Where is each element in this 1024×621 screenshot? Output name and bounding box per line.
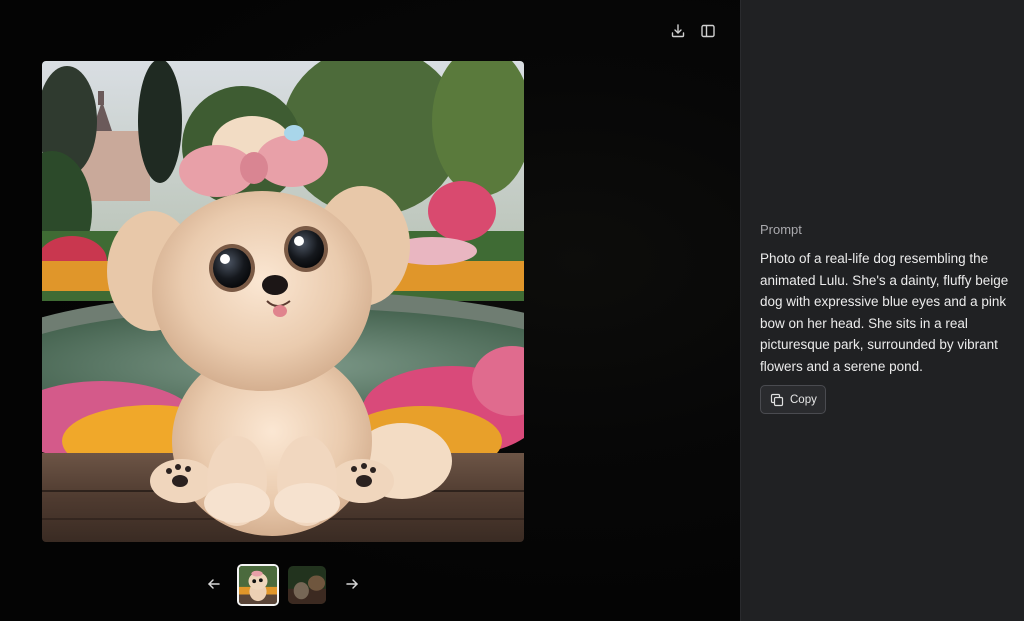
sidebar-toggle-button[interactable] [697, 20, 719, 42]
generated-dog-image [42, 61, 524, 542]
thumbnail[interactable] [288, 566, 326, 604]
sidebar-toggle-icon [701, 24, 715, 38]
copy-button[interactable]: Copy [760, 385, 826, 414]
main-image[interactable] [42, 61, 524, 542]
arrow-right-icon [346, 579, 358, 589]
thumbnail-dog-alt [288, 566, 326, 604]
thumbnail-selected[interactable] [237, 564, 279, 606]
download-button[interactable] [667, 20, 689, 42]
image-viewer [0, 0, 740, 621]
prompt-text: Photo of a real-life dog resembling the … [760, 251, 1009, 374]
image-viewer-app: Prompt Photo of a real-life dog resembli… [0, 0, 1024, 621]
next-image-button[interactable] [342, 568, 362, 600]
download-icon [671, 24, 685, 38]
prompt-label: Prompt [760, 222, 802, 237]
copy-icon [770, 393, 784, 406]
previous-image-button[interactable] [204, 568, 224, 600]
thumbnail-dog [239, 566, 277, 604]
arrow-left-icon [208, 579, 220, 589]
copy-label: Copy [790, 393, 817, 406]
prompt-sidebar: Prompt Photo of a real-life dog resembli… [740, 0, 1024, 621]
